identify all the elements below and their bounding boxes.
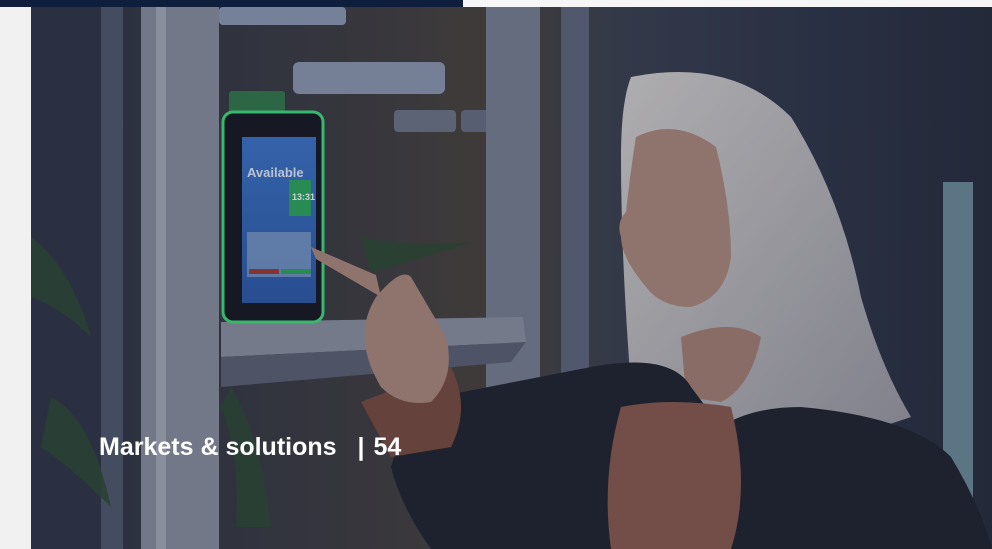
section-caption: Markets & solutions | 54	[99, 431, 401, 463]
top-bar-right	[463, 0, 992, 7]
photo-illustration: Available 13:31	[31, 7, 992, 549]
photo-tint	[31, 7, 992, 549]
section-title: Markets & solutions	[99, 433, 337, 461]
page-number: 54	[373, 433, 402, 461]
top-bar	[0, 0, 463, 7]
caption-separator: |	[357, 433, 365, 461]
hero-photo: Available 13:31 Markets & solutions | 54	[31, 7, 992, 549]
